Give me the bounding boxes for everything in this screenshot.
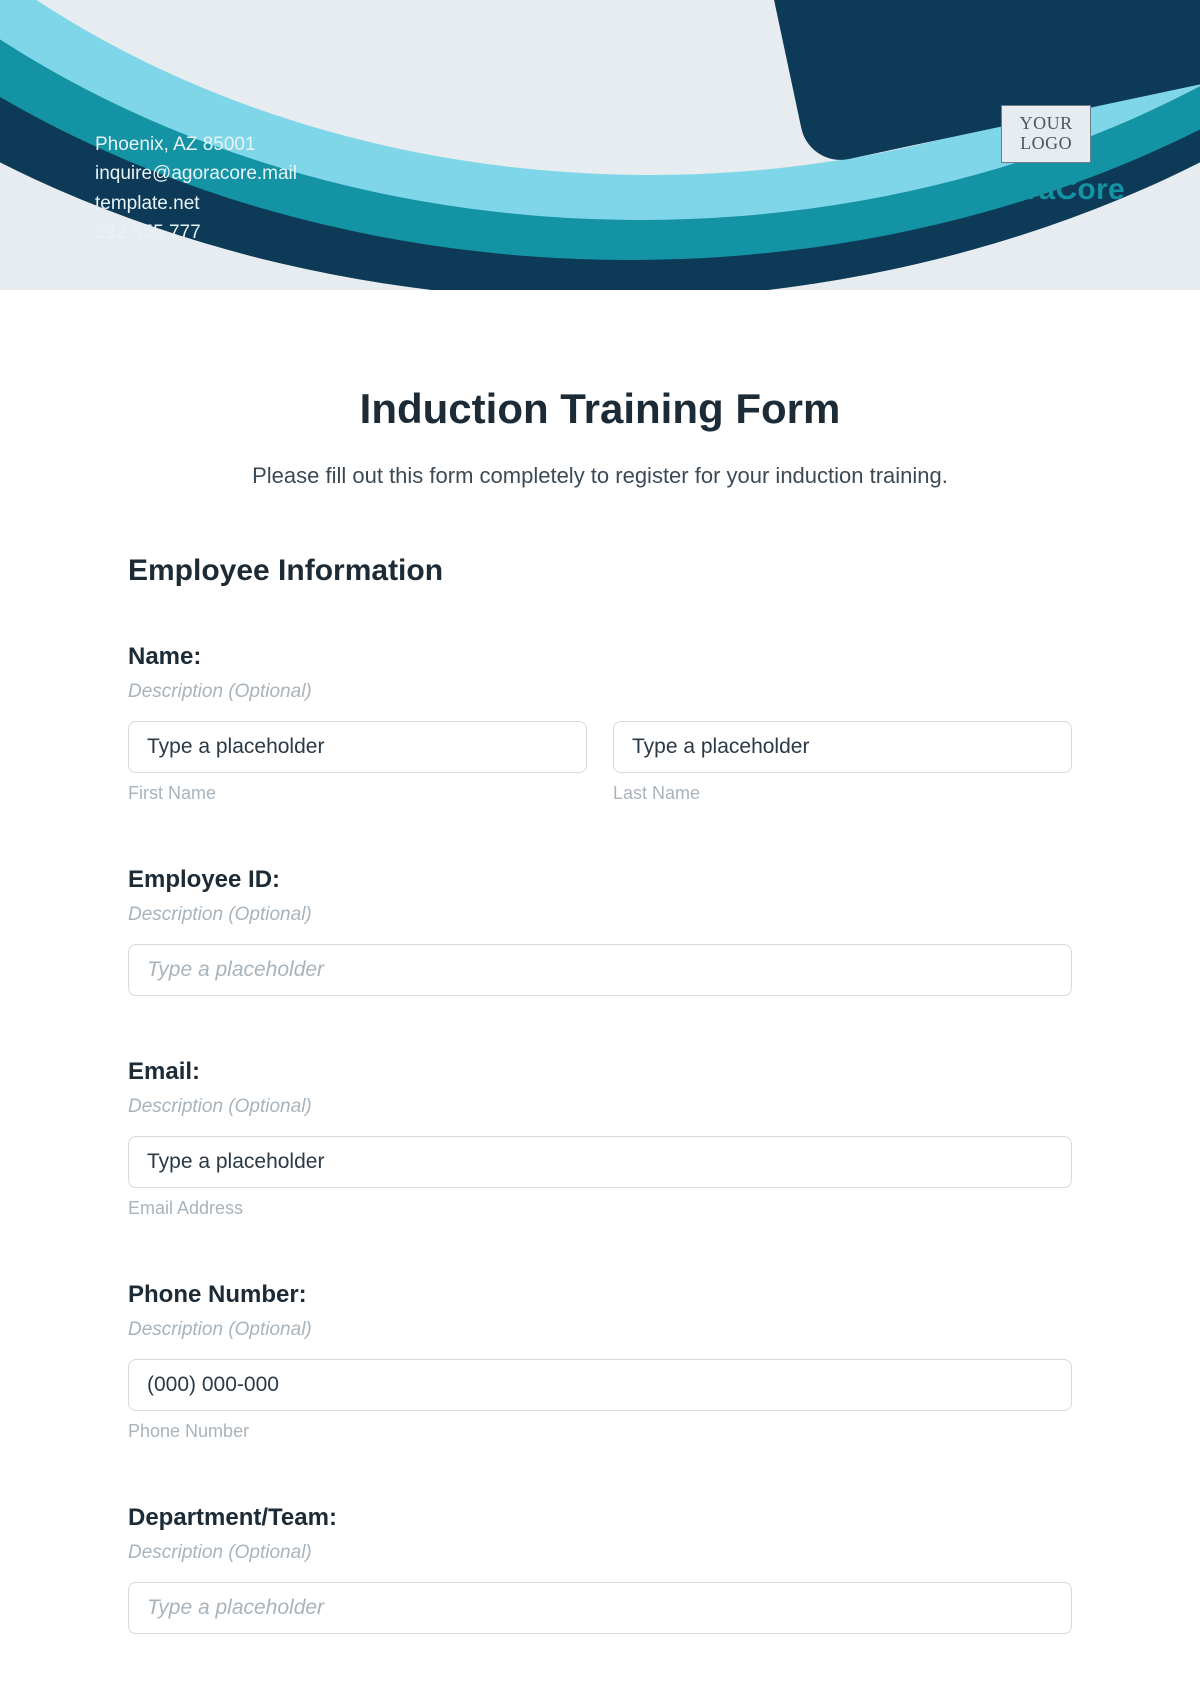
label-department: Department/Team:	[128, 1504, 1072, 1532]
desc-employee-id: Description (Optional)	[128, 904, 1072, 926]
logo-block: YOUR LOGO AgoraCore	[967, 105, 1125, 207]
contact-address: Phoenix, AZ 85001	[95, 130, 297, 159]
header-banner: Phoenix, AZ 85001 inquire@agoracore.mail…	[0, 0, 1200, 290]
contact-website: template.net	[95, 189, 297, 218]
label-phone: Phone Number:	[128, 1281, 1072, 1309]
logo-line-2: LOGO	[1008, 134, 1084, 154]
field-group-email: Email: Description (Optional) Email Addr…	[128, 1058, 1072, 1219]
field-group-phone: Phone Number: Description (Optional) Pho…	[128, 1281, 1072, 1442]
sublabel-email: Email Address	[128, 1198, 1072, 1219]
sublabel-last-name: Last Name	[613, 783, 1072, 804]
label-email: Email:	[128, 1058, 1072, 1086]
label-employee-id: Employee ID:	[128, 866, 1072, 894]
logo-line-1: YOUR	[1008, 114, 1084, 134]
brand-name: AgoraCore	[967, 173, 1125, 207]
contact-phone: 222 555 777	[95, 218, 297, 247]
sublabel-first-name: First Name	[128, 783, 587, 804]
desc-name: Description (Optional)	[128, 681, 1072, 703]
section-heading-employee-info: Employee Information	[128, 554, 1072, 588]
employee-id-input[interactable]	[128, 944, 1072, 996]
contact-block: Phoenix, AZ 85001 inquire@agoracore.mail…	[95, 130, 297, 248]
field-group-department: Department/Team: Description (Optional)	[128, 1504, 1072, 1634]
field-group-name: Name: Description (Optional) First Name …	[128, 643, 1072, 804]
first-name-input[interactable]	[128, 721, 587, 773]
email-input[interactable]	[128, 1136, 1072, 1188]
desc-department: Description (Optional)	[128, 1542, 1072, 1564]
label-name: Name:	[128, 643, 1072, 671]
department-input[interactable]	[128, 1582, 1072, 1634]
phone-input[interactable]	[128, 1359, 1072, 1411]
field-group-employee-id: Employee ID: Description (Optional)	[128, 866, 1072, 996]
desc-phone: Description (Optional)	[128, 1319, 1072, 1341]
page-title: Induction Training Form	[128, 385, 1072, 433]
logo-placeholder: YOUR LOGO	[1001, 105, 1091, 163]
form-body: Induction Training Form Please fill out …	[0, 290, 1200, 1634]
page-subtitle: Please fill out this form completely to …	[128, 463, 1072, 489]
sublabel-phone: Phone Number	[128, 1421, 1072, 1442]
desc-email: Description (Optional)	[128, 1096, 1072, 1118]
contact-email: inquire@agoracore.mail	[95, 159, 297, 188]
last-name-input[interactable]	[613, 721, 1072, 773]
